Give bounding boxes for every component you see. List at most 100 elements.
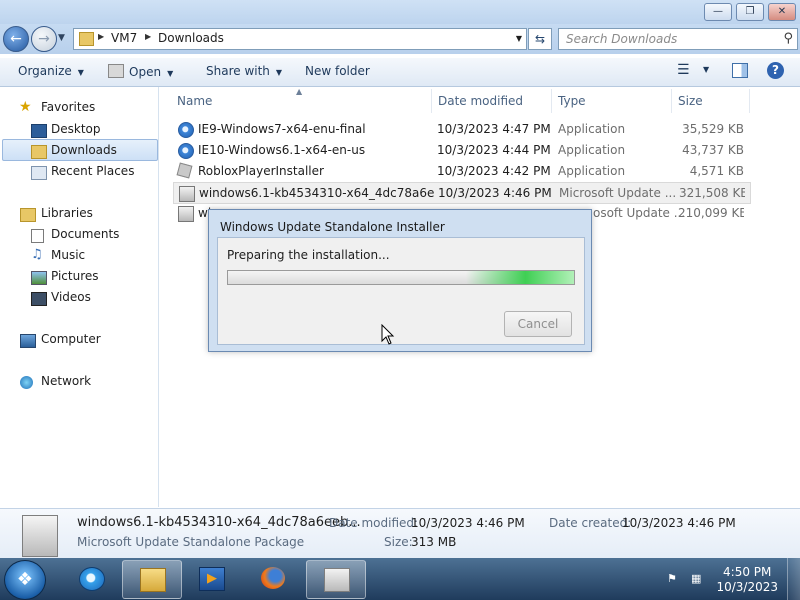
system-clock[interactable]: 4:50 PM 10/3/2023 [716, 565, 778, 595]
taskbar-firefox-button[interactable] [244, 560, 302, 597]
column-divider[interactable] [671, 89, 672, 113]
file-row[interactable]: RobloxPlayerInstaller 10/3/2023 4:42 PM … [173, 161, 749, 181]
file-name: IE9-Windows7-x64-enu-final [198, 122, 366, 136]
open-button[interactable]: Open ▼ [108, 64, 173, 79]
file-type: Microsoft Update ... [559, 186, 677, 200]
libraries-icon [20, 208, 36, 222]
file-size: 35,529 KB [682, 122, 744, 136]
taskbar-media-player-button[interactable]: ▶ [182, 560, 240, 597]
details-date-modified-label: Date modified: [329, 516, 419, 530]
file-type: osoft Update ... [593, 206, 686, 220]
nav-recent-places[interactable]: Recent Places [51, 164, 134, 178]
file-size: 321,508 KB [679, 186, 745, 200]
file-date: 10/3/2023 4:44 PM [437, 143, 551, 157]
open-icon [108, 64, 124, 78]
preview-pane-icon[interactable] [732, 63, 748, 78]
nav-libraries[interactable]: Libraries [41, 206, 93, 220]
open-label: Open [129, 65, 162, 79]
roblox-icon [176, 162, 193, 179]
nav-music[interactable]: Music [51, 248, 85, 262]
file-row[interactable]: IE10-Windows6.1-x64-en-us 10/3/2023 4:44… [173, 140, 749, 160]
file-date: 10/3/2023 4:42 PM [437, 164, 551, 178]
show-desktop-button[interactable] [787, 558, 800, 600]
dialog-title: Windows Update Standalone Installer [220, 220, 445, 234]
share-with-label: Share with [206, 64, 270, 78]
help-icon[interactable]: ? [767, 62, 784, 79]
column-header-size[interactable]: Size [678, 94, 703, 108]
start-button-icon[interactable]: ❖ [4, 560, 46, 600]
forward-button[interactable]: → [31, 26, 57, 52]
change-view-icon[interactable]: ☰ [677, 62, 690, 78]
action-center-icon[interactable]: ⚑ [667, 572, 681, 586]
search-input[interactable]: Search Downloads ⚲ [558, 28, 798, 50]
column-header-type[interactable]: Type [558, 94, 586, 108]
organize-button[interactable]: Organize ▼ [18, 64, 84, 78]
details-size-label: Size: [384, 535, 413, 549]
documents-icon [31, 229, 44, 243]
window-titlebar: — ❐ ✕ [0, 0, 800, 24]
search-icon[interactable]: ⚲ [783, 31, 793, 46]
column-divider[interactable] [749, 89, 750, 113]
taskbar-installer-button[interactable] [306, 560, 366, 599]
msu-file-icon [22, 515, 58, 557]
taskbar: ❖ ▶ ⚑ ▦ 4:50 PM 10/3/2023 [0, 558, 800, 600]
nav-downloads[interactable]: Downloads [51, 143, 117, 157]
desktop-icon [31, 124, 47, 138]
address-dropdown-icon[interactable]: ▼ [516, 34, 522, 43]
nav-favorites[interactable]: Favorites [41, 100, 95, 114]
taskbar-explorer-button[interactable] [122, 560, 182, 599]
recent-pages-dropdown-icon[interactable]: ▼ [58, 33, 65, 43]
file-type: Application [558, 143, 626, 157]
details-date-modified: 10/3/2023 4:46 PM [411, 516, 525, 530]
nav-network[interactable]: Network [41, 374, 91, 388]
installer-icon [324, 568, 350, 592]
explorer-icon [140, 568, 166, 592]
breadcrumb-arrow-icon[interactable]: ▶ [145, 32, 151, 41]
column-header-date[interactable]: Date modified [438, 94, 523, 108]
breadcrumb-downloads[interactable]: Downloads [158, 31, 224, 45]
firefox-icon [261, 567, 285, 589]
new-folder-button[interactable]: New folder [305, 64, 370, 78]
column-divider[interactable] [431, 89, 432, 113]
maximize-button[interactable]: ❐ [736, 3, 764, 21]
file-type: Application [558, 122, 626, 136]
taskbar-ie-button[interactable] [62, 560, 120, 597]
ie-icon [178, 143, 194, 159]
back-button[interactable]: ← [3, 26, 29, 52]
file-row[interactable]: IE9-Windows7-x64-enu-final 10/3/2023 4:4… [173, 119, 749, 139]
network-disconnected-icon[interactable]: ▦ [691, 572, 705, 586]
computer-icon [20, 334, 36, 348]
file-size: 43,737 KB [682, 143, 744, 157]
share-with-button[interactable]: Share with ▼ [206, 64, 282, 78]
address-bar[interactable]: ▶ VM7 ▶ Downloads ▼ [73, 28, 527, 50]
details-filename: windows6.1-kb4534310-x64_4dc78a6eeb... [77, 515, 361, 530]
minimize-button[interactable]: — [704, 3, 732, 21]
details-pane: windows6.1-kb4534310-x64_4dc78a6eeb... M… [0, 508, 800, 559]
downloads-folder-icon [31, 145, 47, 159]
nav-pictures[interactable]: Pictures [51, 269, 99, 283]
file-row-selected[interactable]: windows6.1-kb4534310-x64_4dc78a6eeb1... … [173, 182, 751, 204]
file-name: windows6.1-kb4534310-x64_4dc78a6eeb1... [199, 186, 434, 200]
nav-videos[interactable]: Videos [51, 290, 91, 304]
breadcrumb-arrow-icon[interactable]: ▶ [98, 32, 104, 41]
column-header-name[interactable]: Name [177, 94, 212, 108]
column-divider[interactable] [551, 89, 552, 113]
view-dropdown-icon[interactable]: ▼ [703, 65, 709, 74]
pictures-icon [31, 271, 47, 285]
clock-date: 10/3/2023 [716, 580, 778, 594]
dialog-body: Preparing the installation... Cancel [217, 237, 585, 345]
progress-bar-marquee [466, 271, 574, 284]
recent-places-icon [31, 166, 47, 180]
cancel-button[interactable]: Cancel [504, 311, 572, 337]
breadcrumb-vm7[interactable]: VM7 [111, 31, 137, 45]
file-size: 4,571 KB [689, 164, 744, 178]
music-icon: ♫ [31, 247, 43, 262]
nav-computer[interactable]: Computer [41, 332, 101, 346]
close-button[interactable]: ✕ [768, 3, 796, 21]
favorites-star-icon: ★ [19, 99, 32, 115]
nav-documents[interactable]: Documents [51, 227, 119, 241]
command-bar: Organize ▼ Open ▼ Share with ▼ New folder ☰… [0, 58, 800, 87]
refresh-button[interactable]: ⇆ [528, 28, 552, 50]
media-player-icon: ▶ [199, 567, 225, 591]
nav-desktop[interactable]: Desktop [51, 122, 101, 136]
